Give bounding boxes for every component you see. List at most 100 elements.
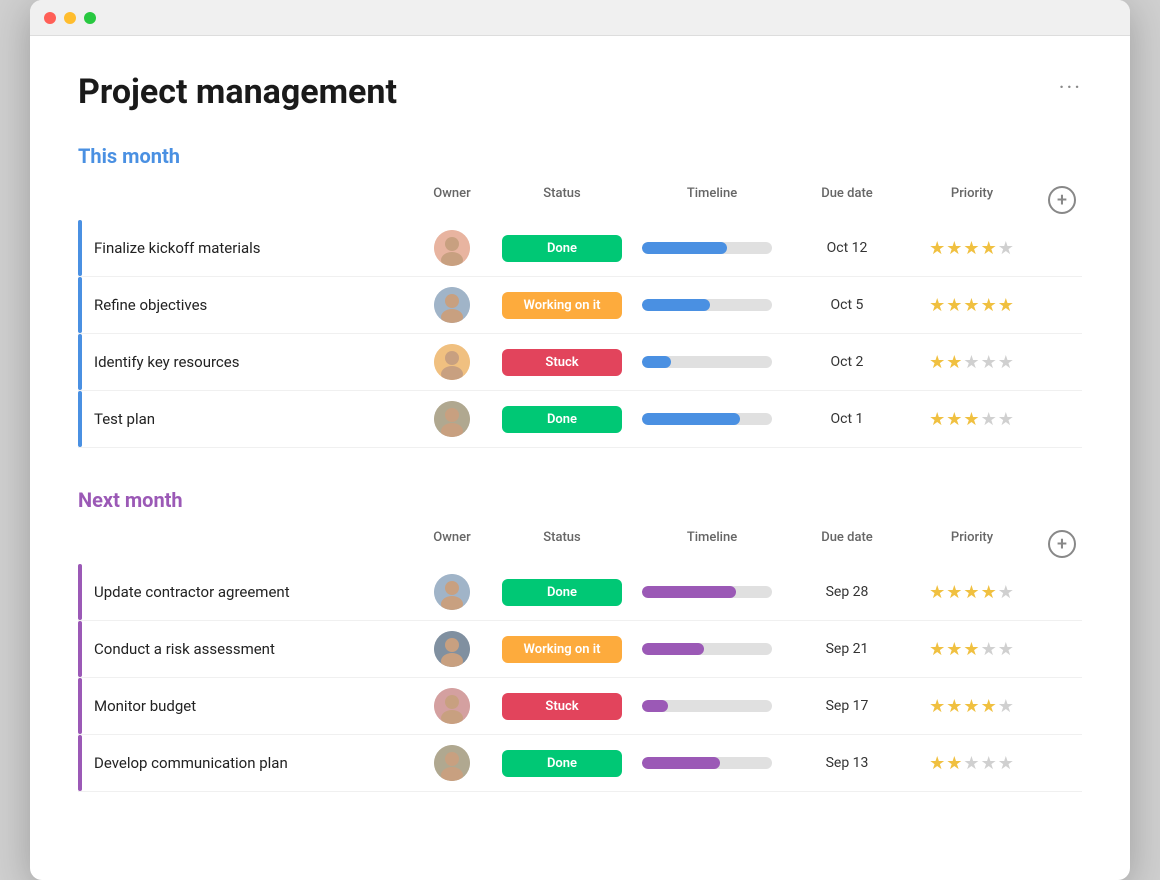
due-date: Sep 28 bbox=[792, 584, 902, 600]
sections-container: This month OwnerStatusTimelineDue datePri… bbox=[78, 144, 1082, 792]
page-header: Project management ··· bbox=[78, 72, 1082, 112]
star: ★ bbox=[998, 639, 1015, 660]
task-name[interactable]: Refine objectives bbox=[78, 296, 412, 314]
table-row: Monitor budget StuckSep 17★★★★★ bbox=[78, 678, 1082, 735]
due-date: Oct 12 bbox=[792, 240, 902, 256]
avatar bbox=[434, 230, 470, 266]
star: ★ bbox=[998, 409, 1015, 430]
section-title-this-month: This month bbox=[78, 144, 180, 168]
star: ★ bbox=[998, 352, 1015, 373]
star: ★ bbox=[981, 352, 998, 373]
section-next-month: Next month OwnerStatusTimelineDue datePri… bbox=[78, 488, 1082, 792]
section-title-next-month: Next month bbox=[78, 488, 183, 512]
avatar bbox=[434, 631, 470, 667]
status-badge: Done bbox=[502, 235, 622, 262]
star: ★ bbox=[963, 295, 980, 316]
star: ★ bbox=[946, 352, 963, 373]
priority-stars: ★★★★★ bbox=[902, 582, 1042, 603]
status-badge: Stuck bbox=[502, 349, 622, 376]
table-row: Test plan DoneOct 1★★★★★ bbox=[78, 391, 1082, 448]
avatar bbox=[434, 745, 470, 781]
due-date: Oct 1 bbox=[792, 411, 902, 427]
priority-stars: ★★★★★ bbox=[902, 409, 1042, 430]
star: ★ bbox=[946, 753, 963, 774]
table-row: Conduct a risk assessment Working on it S… bbox=[78, 621, 1082, 678]
avatar bbox=[434, 688, 470, 724]
app-window: Project management ··· This month OwnerSt… bbox=[30, 0, 1130, 880]
star: ★ bbox=[946, 639, 963, 660]
table-row: Refine objectives Working on itOct 5★★★★… bbox=[78, 277, 1082, 334]
star: ★ bbox=[981, 639, 998, 660]
star: ★ bbox=[946, 696, 963, 717]
task-name[interactable]: Develop communication plan bbox=[78, 754, 412, 772]
table-row: Update contractor agreement DoneSep 28★★… bbox=[78, 564, 1082, 621]
priority-stars: ★★★★★ bbox=[902, 753, 1042, 774]
due-date: Oct 5 bbox=[792, 297, 902, 313]
table-row: Identify key resources StuckOct 2★★★★★ bbox=[78, 334, 1082, 391]
star: ★ bbox=[998, 238, 1015, 259]
priority-stars: ★★★★★ bbox=[902, 295, 1042, 316]
avatar bbox=[434, 574, 470, 610]
star: ★ bbox=[946, 238, 963, 259]
main-content: Project management ··· This month OwnerSt… bbox=[30, 36, 1130, 880]
close-dot[interactable] bbox=[44, 12, 56, 24]
add-task-button-this-month[interactable]: + bbox=[1048, 186, 1076, 214]
star: ★ bbox=[946, 409, 963, 430]
add-task-button-next-month[interactable]: + bbox=[1048, 530, 1076, 558]
star: ★ bbox=[998, 295, 1015, 316]
status-badge: Done bbox=[502, 406, 622, 433]
star: ★ bbox=[929, 696, 946, 717]
status-badge: Stuck bbox=[502, 693, 622, 720]
avatar bbox=[434, 344, 470, 380]
star: ★ bbox=[998, 582, 1015, 603]
star: ★ bbox=[963, 352, 980, 373]
section-this-month: This monthOwnerStatusTimelineDue datePri… bbox=[78, 144, 1082, 448]
table-row: Finalize kickoff materials DoneOct 12★★★… bbox=[78, 220, 1082, 277]
star: ★ bbox=[946, 582, 963, 603]
priority-stars: ★★★★★ bbox=[902, 696, 1042, 717]
star: ★ bbox=[963, 639, 980, 660]
star: ★ bbox=[963, 753, 980, 774]
table-header: OwnerStatusTimelineDue datePriority+ bbox=[78, 524, 1082, 564]
star: ★ bbox=[929, 582, 946, 603]
star: ★ bbox=[929, 295, 946, 316]
status-badge: Done bbox=[502, 750, 622, 777]
star: ★ bbox=[929, 238, 946, 259]
star: ★ bbox=[981, 238, 998, 259]
star: ★ bbox=[929, 753, 946, 774]
task-name[interactable]: Conduct a risk assessment bbox=[78, 640, 412, 658]
page-title: Project management bbox=[78, 72, 397, 112]
task-name[interactable]: Test plan bbox=[78, 410, 412, 428]
table-row: Develop communication plan DoneSep 13★★★… bbox=[78, 735, 1082, 792]
due-date: Oct 2 bbox=[792, 354, 902, 370]
status-badge: Working on it bbox=[502, 636, 622, 663]
priority-stars: ★★★★★ bbox=[902, 352, 1042, 373]
more-options-button[interactable]: ··· bbox=[1059, 72, 1082, 101]
title-bar bbox=[30, 0, 1130, 36]
priority-stars: ★★★★★ bbox=[902, 639, 1042, 660]
due-date: Sep 13 bbox=[792, 755, 902, 771]
star: ★ bbox=[981, 582, 998, 603]
priority-stars: ★★★★★ bbox=[902, 238, 1042, 259]
due-date: Sep 21 bbox=[792, 641, 902, 657]
avatar bbox=[434, 287, 470, 323]
star: ★ bbox=[946, 295, 963, 316]
star: ★ bbox=[981, 696, 998, 717]
maximize-dot[interactable] bbox=[84, 12, 96, 24]
star: ★ bbox=[998, 753, 1015, 774]
star: ★ bbox=[981, 409, 998, 430]
task-name[interactable]: Monitor budget bbox=[78, 697, 412, 715]
task-name[interactable]: Identify key resources bbox=[78, 353, 412, 371]
star: ★ bbox=[929, 409, 946, 430]
star: ★ bbox=[998, 696, 1015, 717]
star: ★ bbox=[963, 582, 980, 603]
star: ★ bbox=[963, 409, 980, 430]
star: ★ bbox=[963, 696, 980, 717]
star: ★ bbox=[929, 352, 946, 373]
task-name[interactable]: Update contractor agreement bbox=[78, 583, 412, 601]
status-badge: Done bbox=[502, 579, 622, 606]
star: ★ bbox=[981, 295, 998, 316]
task-name[interactable]: Finalize kickoff materials bbox=[78, 239, 412, 257]
minimize-dot[interactable] bbox=[64, 12, 76, 24]
avatar bbox=[434, 401, 470, 437]
